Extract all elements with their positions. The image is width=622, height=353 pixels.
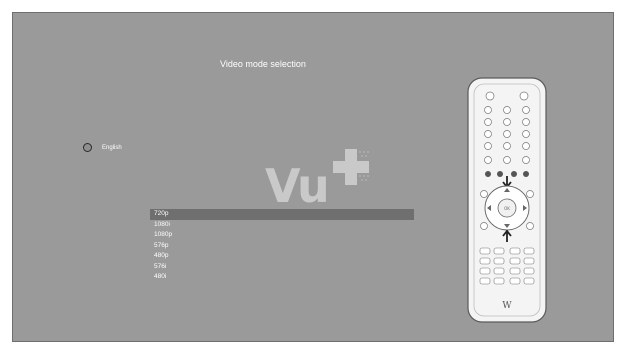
plus-icon (333, 149, 369, 185)
page-title: Video mode selection (220, 59, 306, 69)
radio-button[interactable] (83, 143, 92, 152)
svg-text:W: W (502, 301, 512, 311)
logo-text: Vu (265, 159, 330, 213)
resolution-item[interactable]: 480p (150, 251, 414, 262)
resolution-item[interactable]: 480i (150, 272, 414, 283)
language-option[interactable]: English (83, 143, 122, 152)
resolution-item[interactable]: 720p (150, 209, 414, 220)
language-label: English (102, 144, 122, 151)
remote-control-image: OK W (467, 77, 547, 323)
resolution-item[interactable]: 576p (150, 241, 414, 252)
resolution-item[interactable]: 1080i (150, 220, 414, 231)
resolution-item[interactable]: 1080p (150, 230, 414, 241)
resolution-item[interactable]: 576i (150, 262, 414, 273)
resolution-list: 720p 1080i 1080p 576p 480p 576i 480i (150, 209, 414, 283)
svg-text:OK: OK (504, 206, 510, 211)
